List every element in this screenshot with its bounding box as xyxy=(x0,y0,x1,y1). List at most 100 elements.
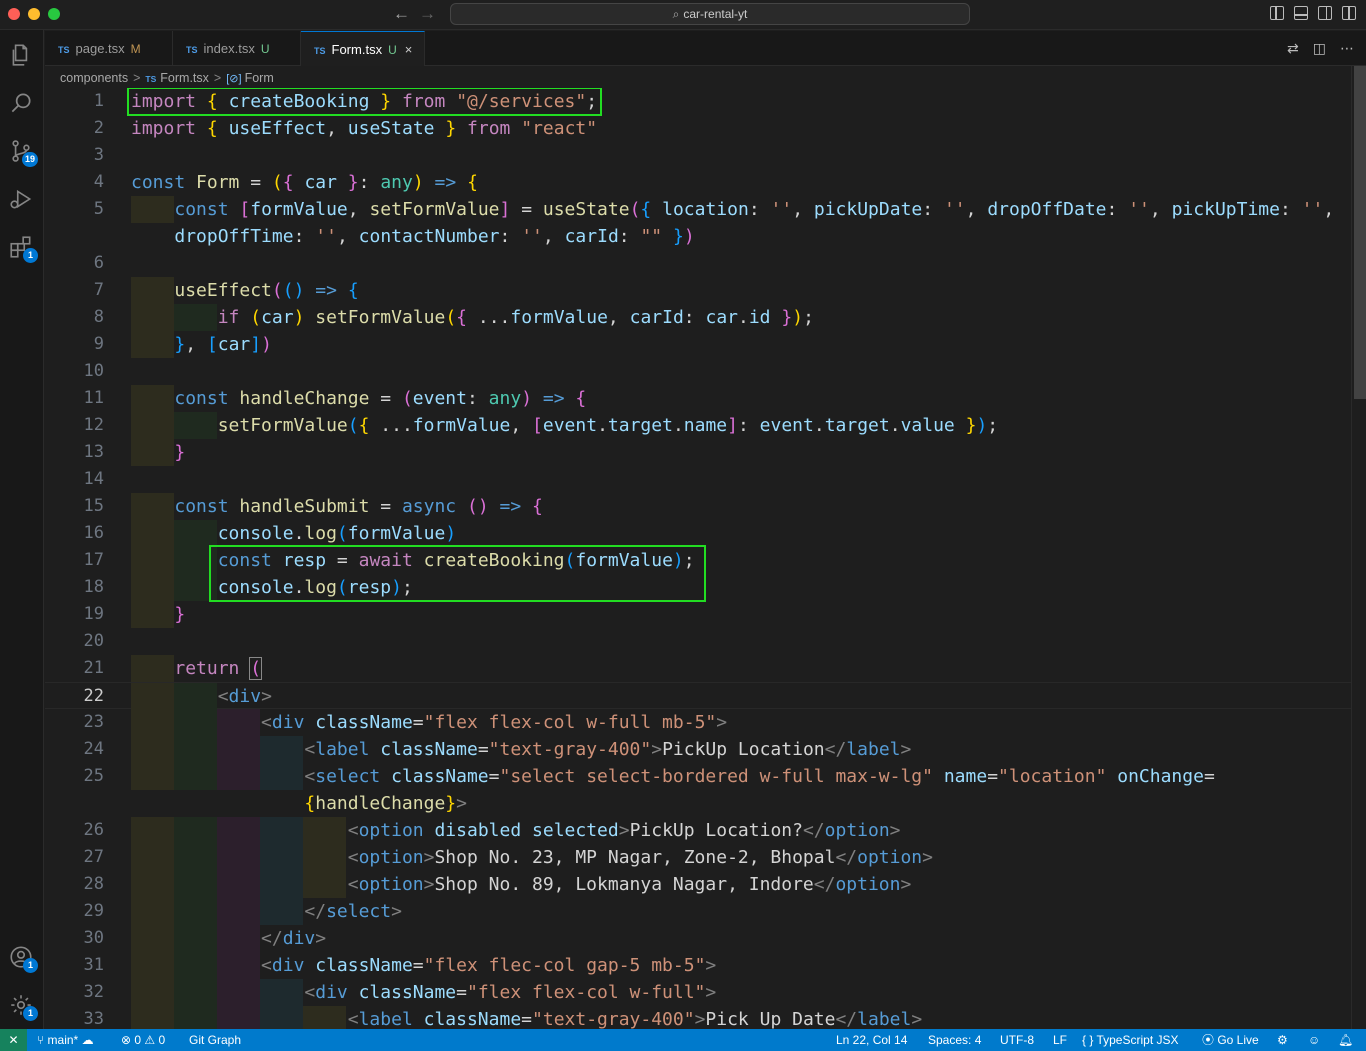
line-number-current: 22 xyxy=(83,686,104,706)
run-debug-icon[interactable] xyxy=(8,186,34,212)
toggle-panel-icon[interactable] xyxy=(1294,6,1308,20)
extensions-badge: 1 xyxy=(23,248,38,263)
editor-scrollbar[interactable] xyxy=(1351,66,1366,1029)
source-control-badge: 19 xyxy=(21,152,38,167)
remote-indicator-icon[interactable]: ✕ xyxy=(0,1029,27,1051)
code-line: </select> xyxy=(304,901,402,922)
explorer-icon[interactable] xyxy=(8,42,34,68)
extensions-icon[interactable]: 1 xyxy=(8,234,38,263)
scrollbar-thumb[interactable] xyxy=(1354,66,1366,399)
line-number: 20 xyxy=(83,631,104,651)
settings-badge: 1 xyxy=(23,1006,38,1021)
line-number: 6 xyxy=(93,253,104,273)
line-number: 23 xyxy=(83,712,104,732)
line-number: 8 xyxy=(93,307,104,327)
breadcrumb-symbol[interactable]: Form xyxy=(245,71,274,85)
copilot-icon[interactable]: ⚙ xyxy=(1277,1029,1288,1051)
tab-label: index.tsx xyxy=(203,41,255,56)
line-number: 29 xyxy=(83,901,104,921)
line-number: 14 xyxy=(83,469,104,489)
code-line: } xyxy=(174,442,186,463)
line-number: 4 xyxy=(93,172,104,192)
code-line: if (car) setFormValue({ ...formValue, ca… xyxy=(217,307,814,328)
minimize-window-button[interactable] xyxy=(28,8,40,20)
line-number: 3 xyxy=(93,145,104,165)
line-number: 24 xyxy=(83,739,104,759)
git-graph-button[interactable]: Git Graph xyxy=(189,1029,241,1051)
line-number: 33 xyxy=(83,1009,104,1029)
breadcrumb-folder[interactable]: components xyxy=(60,71,128,85)
search-icon: ⌕ xyxy=(672,7,680,21)
breadcrumb-file[interactable]: Form.tsx xyxy=(160,71,209,85)
more-actions-icon[interactable]: ⋯ xyxy=(1340,40,1354,57)
line-number: 9 xyxy=(93,334,104,354)
code-line: return ( xyxy=(174,657,263,680)
problems-status[interactable]: ⊗ 0 ⚠ 0 xyxy=(121,1029,165,1051)
code-line: console.log(resp); xyxy=(217,577,413,598)
indentation-status[interactable]: Spaces: 4 xyxy=(928,1029,981,1051)
tab-page-tsx[interactable]: TS page.tsx M xyxy=(45,31,173,66)
encoding-status[interactable]: UTF-8 xyxy=(1000,1029,1034,1051)
code-line: <label className="text-gray-400">Pick Up… xyxy=(347,1009,923,1029)
chevron-right-icon: > xyxy=(133,71,141,85)
maximize-window-button[interactable] xyxy=(48,8,60,20)
code-line: } xyxy=(174,604,186,625)
line-number: 21 xyxy=(83,658,104,678)
cursor-position[interactable]: Ln 22, Col 14 xyxy=(836,1029,907,1051)
line-number: 5 xyxy=(93,199,104,219)
toggle-secondary-sidebar-icon[interactable] xyxy=(1318,6,1332,20)
title-bar: ← → ⌕ car-rental-yt xyxy=(0,0,1366,30)
go-live-button[interactable]: ⦿ Go Live xyxy=(1202,1029,1259,1051)
code-line: {handleChange}> xyxy=(304,793,467,814)
tab-form-tsx[interactable]: TS Form.tsx U × xyxy=(301,31,425,66)
toggle-primary-sidebar-icon[interactable] xyxy=(1270,6,1284,20)
error-icon: ⊗ xyxy=(121,1033,135,1047)
line-number: 32 xyxy=(83,982,104,1002)
tab-index-tsx[interactable]: TS index.tsx U xyxy=(173,31,301,66)
sync-icon: ☁ xyxy=(81,1033,94,1047)
broadcast-icon: ⦿ xyxy=(1202,1033,1218,1047)
code-line: setFormValue({ ...formValue, [event.targ… xyxy=(217,415,999,436)
untracked-marker: U xyxy=(388,43,397,57)
feedback-icon[interactable]: ☺ xyxy=(1308,1029,1320,1051)
close-tab-icon[interactable]: × xyxy=(405,42,413,57)
search-icon[interactable] xyxy=(8,90,34,116)
line-number: 18 xyxy=(83,577,104,597)
code-line: <div> xyxy=(217,686,272,707)
window-title: car-rental-yt xyxy=(683,7,748,21)
line-number: 1 xyxy=(93,91,104,111)
command-center-search[interactable]: ⌕ car-rental-yt xyxy=(450,3,970,25)
notifications-bell-icon[interactable]: 🔔︎ xyxy=(1338,1029,1353,1051)
line-number: 19 xyxy=(83,604,104,624)
code-editor[interactable]: 1 import { createBooking } from "@/servi… xyxy=(45,88,1351,1029)
code-line: const [formValue, setFormValue] = useSta… xyxy=(174,199,1335,220)
tab-label: page.tsx xyxy=(75,41,125,56)
close-window-button[interactable] xyxy=(8,8,20,20)
line-number: 27 xyxy=(83,847,104,867)
accounts-badge: 1 xyxy=(23,958,38,973)
customize-layout-icon[interactable] xyxy=(1342,6,1356,20)
warning-icon: ⚠ xyxy=(144,1033,159,1047)
back-arrow-icon[interactable]: ← xyxy=(393,4,410,24)
line-number: 25 xyxy=(83,766,104,786)
eol-status[interactable]: LF xyxy=(1053,1029,1067,1051)
code-line: import { useEffect, useState } from "rea… xyxy=(131,118,598,139)
untracked-marker: U xyxy=(260,42,270,56)
forward-arrow-icon[interactable]: → xyxy=(419,4,436,24)
code-line: <option>Shop No. 89, Lokmanya Nagar, Ind… xyxy=(347,874,912,895)
code-line: const Form = ({ car }: any) => { xyxy=(131,172,478,193)
settings-gear-icon[interactable]: 1 xyxy=(8,992,38,1021)
line-number: 12 xyxy=(83,415,104,435)
accounts-icon[interactable]: 1 xyxy=(8,944,38,973)
code-line: const handleChange = (event: any) => { xyxy=(174,388,587,409)
open-changes-icon[interactable]: ⇄ xyxy=(1287,40,1299,57)
git-branch-icon: ⑂ xyxy=(37,1033,48,1047)
language-mode[interactable]: { } TypeScript JSX xyxy=(1082,1029,1179,1051)
line-number: 15 xyxy=(83,496,104,516)
code-line: import { createBooking } from "@/service… xyxy=(131,91,598,112)
code-line: <div className="flex flec-col gap-5 mb-5… xyxy=(261,955,717,976)
line-number: 16 xyxy=(83,523,104,543)
branch-status[interactable]: ⑂ main* ☁ xyxy=(37,1029,94,1051)
source-control-icon[interactable]: 19 xyxy=(8,138,38,167)
split-editor-icon[interactable]: ◫ xyxy=(1313,40,1326,57)
